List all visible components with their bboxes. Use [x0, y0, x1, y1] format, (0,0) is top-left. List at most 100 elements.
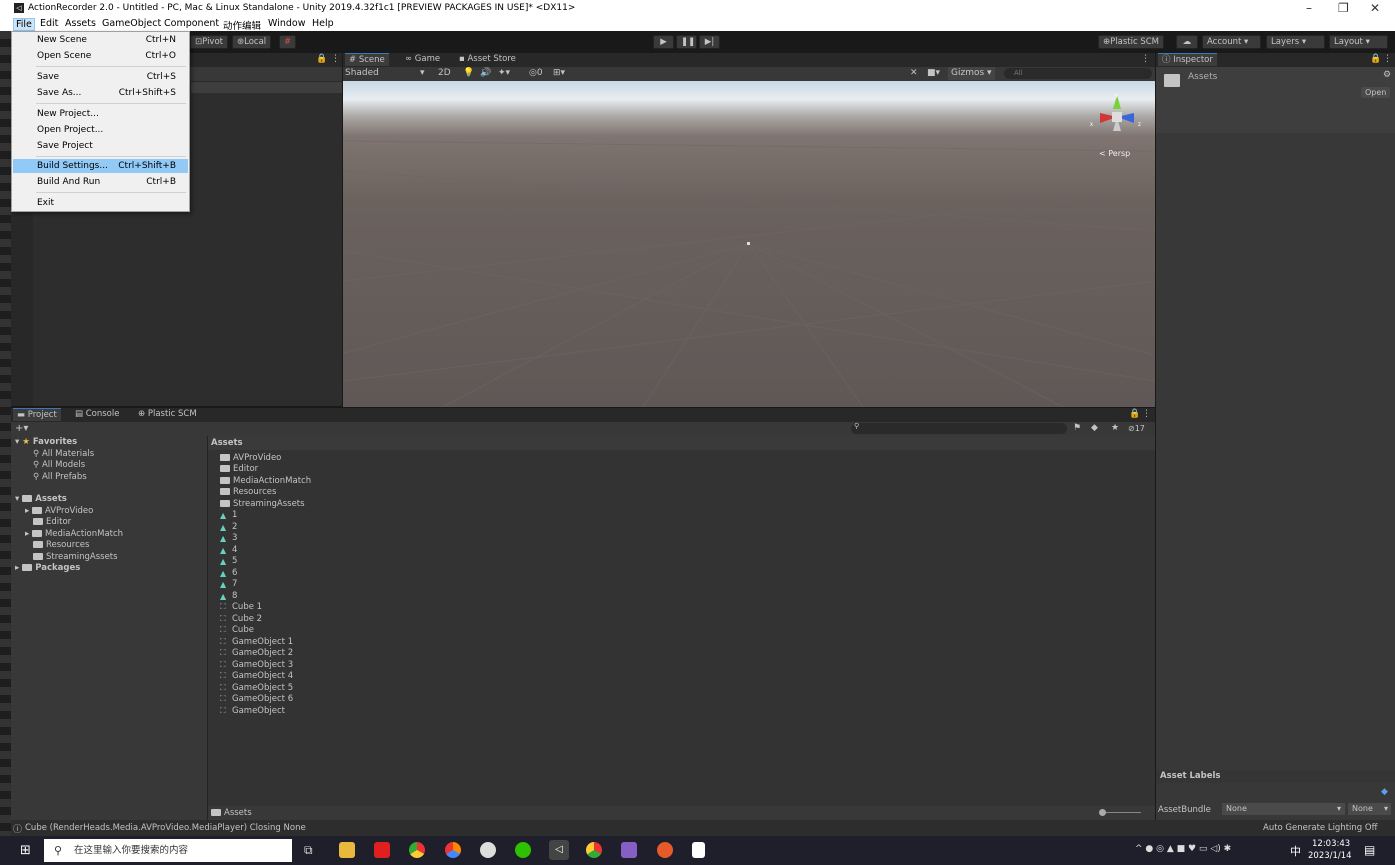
menu-item-build-and-run[interactable]: Build And Run Ctrl+B	[13, 175, 188, 189]
camera-dropdown-icon[interactable]: ■▾	[927, 68, 940, 78]
menu-component[interactable]: Component	[164, 18, 219, 29]
layout-dropdown[interactable]: Layout ▾	[1329, 35, 1388, 49]
tree-favorites[interactable]: ▾ ★ Favorites	[15, 437, 77, 447]
hierarchy-scene-row[interactable]	[191, 82, 342, 93]
asset-folder[interactable]: StreamingAssets	[220, 499, 305, 509]
hidden-objects-toggle[interactable]: ◎0	[529, 68, 543, 78]
asset-folder[interactable]: Editor	[220, 464, 258, 474]
menu-item-exit[interactable]: Exit	[13, 196, 188, 210]
persp-label[interactable]: < Persp	[1099, 149, 1130, 158]
plastic-scm-button[interactable]: ⊕Plastic SCM	[1098, 35, 1164, 49]
notepad-icon[interactable]	[692, 842, 705, 858]
asset-gameobject[interactable]: ⛶ Cube 1	[220, 602, 262, 612]
taskbar-time[interactable]: 12:03:43	[1312, 839, 1350, 849]
orientation-gizmo[interactable]: x z y	[1088, 89, 1146, 141]
chrome-alt-icon[interactable]	[445, 842, 461, 858]
lighting-toggle-icon[interactable]: 💡	[463, 68, 474, 78]
status-message[interactable]: Cube (RenderHeads.Media.AVProVideo.Media…	[25, 823, 306, 833]
asset-prefab[interactable]: ▲ 6	[220, 568, 237, 578]
menu-window[interactable]: Window	[268, 18, 305, 29]
file-explorer-icon[interactable]	[339, 842, 355, 858]
project-search-input[interactable]: ⚲	[851, 422, 1067, 434]
tree-folder[interactable]: ▸ MediaActionMatch	[25, 529, 123, 539]
account-dropdown[interactable]: Account ▾	[1202, 35, 1261, 49]
panel-menu-icon[interactable]: ⋮	[331, 54, 340, 64]
menu-item-save[interactable]: Save Ctrl+S	[13, 70, 188, 84]
menu-edit[interactable]: Edit	[40, 18, 58, 29]
step-button[interactable]: ▶|	[699, 35, 720, 49]
menu-item-save-as[interactable]: Save As... Ctrl+Shift+S	[13, 86, 188, 100]
grid-toggle-icon[interactable]: ⊞▾	[553, 68, 565, 78]
asset-prefab[interactable]: ▲ 3	[220, 533, 237, 543]
gizmos-dropdown[interactable]: Gizmos ▾	[948, 67, 995, 80]
tab-game[interactable]: ∞ Game	[401, 53, 444, 66]
asset-gameobject[interactable]: ⛶ GameObject 2	[220, 648, 293, 658]
taskbar-date[interactable]: 2023/1/14	[1308, 851, 1352, 861]
project-lock-icon[interactable]: 🔒	[1129, 409, 1140, 419]
menu-item-new-scene[interactable]: New Scene Ctrl+N	[13, 33, 188, 47]
scene-object-point[interactable]	[747, 242, 750, 245]
system-tray-icons[interactable]: ^ ● ◎ ▲ ■ ♥ ▭ ◁) ✱	[1135, 844, 1231, 854]
inspector-menu-icon[interactable]: ⋮	[1383, 54, 1392, 64]
tree-favorite-item[interactable]: ⚲ All Prefabs	[33, 472, 87, 482]
asset-folder[interactable]: MediaActionMatch	[220, 476, 311, 486]
tree-folder[interactable]: Resources	[33, 540, 89, 550]
tab-project[interactable]: ▬ Project	[13, 408, 61, 421]
app-red-icon[interactable]	[374, 842, 390, 858]
tools-icon[interactable]: ✕	[910, 68, 918, 78]
variant-dropdown[interactable]: None ▾	[1348, 803, 1391, 815]
tree-folder[interactable]: StreamingAssets	[33, 552, 118, 562]
ime-indicator[interactable]: 中	[1290, 843, 1301, 859]
effects-dropdown-icon[interactable]: ✦▾	[498, 68, 510, 78]
tree-favorite-item[interactable]: ⚲ All Materials	[33, 449, 94, 459]
menu-file[interactable]: File	[13, 18, 35, 31]
asset-gameobject[interactable]: ⛶ GameObject 4	[220, 671, 293, 681]
lighting-status[interactable]: Auto Generate Lighting Off	[1263, 823, 1377, 833]
task-view-icon[interactable]: ⧉	[304, 843, 313, 858]
asset-gameobject[interactable]: ⛶ GameObject 5	[220, 683, 293, 693]
search-by-type-icon[interactable]: ⚑	[1073, 423, 1081, 433]
asset-prefab[interactable]: ▲ 4	[220, 545, 237, 555]
chrome-third-icon[interactable]	[586, 842, 602, 858]
tab-plastic-scm[interactable]: ⊕ Plastic SCM	[134, 408, 201, 421]
unity-editor-icon[interactable]: ◁	[549, 840, 569, 860]
tree-favorite-item[interactable]: ⚲ All Models	[33, 460, 85, 470]
pause-button[interactable]: ❚❚	[676, 35, 697, 49]
play-button[interactable]: ▶	[653, 35, 674, 49]
asset-gameobject[interactable]: ⛶ Cube 2	[220, 614, 262, 624]
asset-gameobject[interactable]: ⛶ GameObject 6	[220, 694, 293, 704]
breadcrumb-assets[interactable]: Assets	[211, 438, 243, 448]
tab-scene[interactable]: # Scene	[345, 53, 389, 66]
tab-console[interactable]: ▤ Console	[71, 408, 123, 421]
grid-snap-button[interactable]: #	[279, 35, 297, 49]
asset-prefab[interactable]: ▲ 2	[220, 522, 237, 532]
tree-folder[interactable]: Editor	[33, 517, 71, 527]
label-tag-icon[interactable]: ◆	[1381, 787, 1388, 797]
menu-assets[interactable]: Assets	[65, 18, 96, 29]
scene-search-input[interactable]: All	[1004, 68, 1152, 79]
wechat-icon[interactable]	[515, 842, 531, 858]
audio-toggle-icon[interactable]: 🔊	[480, 68, 491, 78]
settings-gear-icon[interactable]: ⚙	[1383, 70, 1391, 80]
shading-dropdown[interactable]: Shaded ▾	[345, 68, 427, 78]
visual-studio-icon[interactable]	[621, 842, 637, 858]
tree-folder[interactable]: ▸ AVProVideo	[25, 506, 93, 516]
menu-item-open-project[interactable]: Open Project...	[13, 123, 188, 137]
icon-size-slider[interactable]	[1099, 809, 1141, 816]
local-toggle[interactable]: ⊛Local	[232, 35, 272, 49]
asset-folder[interactable]: AVProVideo	[220, 453, 281, 463]
asset-gameobject[interactable]: ⛶ GameObject 1	[220, 637, 293, 647]
open-button[interactable]: Open	[1361, 87, 1391, 98]
asset-prefab[interactable]: ▲ 7	[220, 579, 237, 589]
lock-icon[interactable]: 🔒	[316, 54, 327, 64]
tree-packages[interactable]: ▸ Packages	[15, 563, 80, 573]
menu-item-save-project[interactable]: Save Project	[13, 139, 188, 153]
notification-icon[interactable]: ▤	[1364, 843, 1375, 857]
menu-item-new-project[interactable]: New Project...	[13, 107, 188, 121]
menu-item-build-settings[interactable]: Build Settings... Ctrl+Shift+B	[13, 159, 188, 173]
inspector-lock-icon[interactable]: 🔒	[1370, 54, 1381, 64]
minimize-button[interactable]: –	[1306, 1, 1312, 15]
tab-inspector[interactable]: ⓘ Inspector	[1158, 53, 1217, 66]
taskbar-search-box[interactable]: ⚲ 在这里输入你要搜索的内容	[44, 839, 292, 862]
unity-hub-icon[interactable]	[480, 842, 496, 858]
